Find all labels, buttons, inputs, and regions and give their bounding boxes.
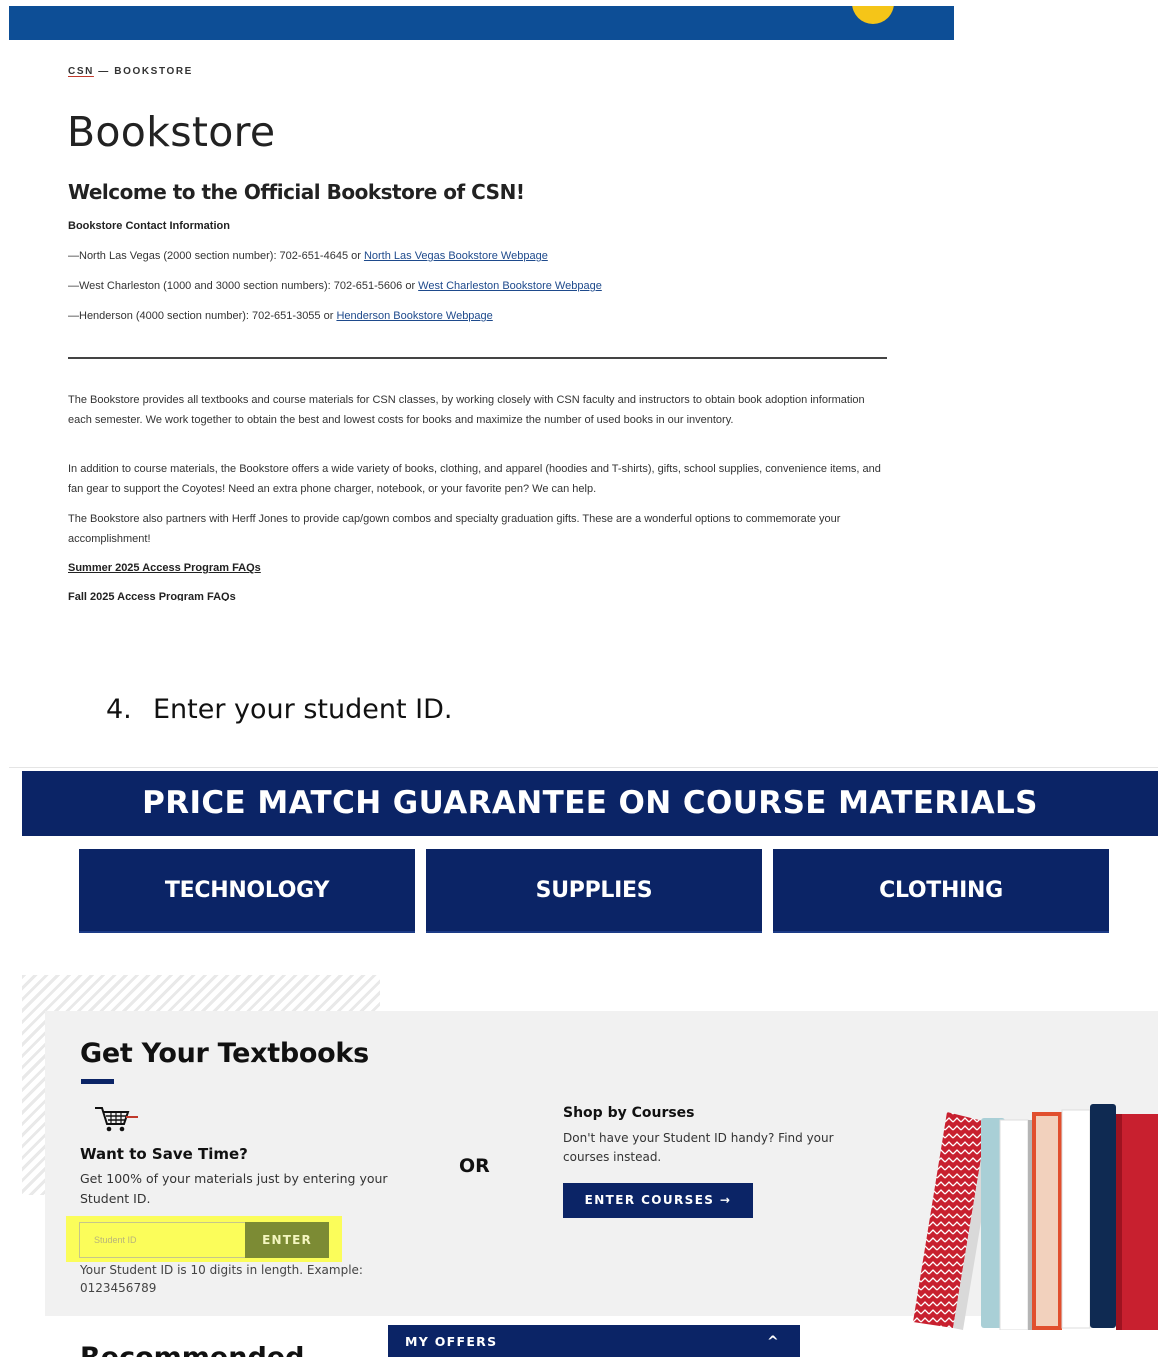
- supplies-button[interactable]: SUPPLIES: [426, 849, 762, 933]
- paragraph-graduation: The Bookstore also partners with Herff J…: [68, 513, 841, 545]
- clothing-button[interactable]: CLOTHING: [773, 849, 1109, 933]
- books-illustration: [913, 1104, 1158, 1330]
- step-text: Enter your student ID.: [153, 694, 453, 725]
- csn-header-bar: [9, 6, 954, 40]
- step-instruction: 4. Enter your student ID.: [106, 694, 452, 725]
- breadcrumb: CSN — BOOKSTORE: [68, 66, 193, 77]
- page-title: Bookstore: [67, 108, 276, 156]
- fall-faq-link[interactable]: Fall 2025 Access Program FAQs: [68, 591, 236, 601]
- save-time-title: Want to Save Time?: [80, 1145, 248, 1163]
- contact-west-charleston: —West Charleston (1000 and 3000 section …: [68, 280, 602, 292]
- shop-by-courses-description: Don't have your Student ID handy? Find y…: [563, 1131, 834, 1164]
- student-id-input[interactable]: [79, 1222, 246, 1258]
- contact-text: —North Las Vegas (2000 section number): …: [68, 250, 364, 262]
- breadcrumb-separator: —: [93, 66, 115, 77]
- title-underline: [81, 1079, 114, 1084]
- get-textbooks-title: Get Your Textbooks: [80, 1038, 369, 1069]
- paragraph-textbooks: The Bookstore provides all textbooks and…: [68, 394, 865, 426]
- paragraph-merchandise: In addition to course materials, the Boo…: [68, 463, 881, 495]
- my-offers-label: MY OFFERS: [405, 1334, 498, 1349]
- contact-text: —West Charleston (1000 and 3000 section …: [68, 280, 419, 292]
- enter-courses-button[interactable]: ENTER COURSES →: [563, 1183, 753, 1218]
- west-charleston-link[interactable]: West Charleston Bookstore Webpage: [418, 280, 602, 292]
- screenshot-edge: [9, 767, 1158, 768]
- or-separator: OR: [459, 1155, 490, 1177]
- step-number: 4.: [106, 694, 132, 725]
- fall-faq-link-cropped[interactable]: Fall 2025 Access Program FAQs: [68, 589, 236, 601]
- contact-north-las-vegas: —North Las Vegas (2000 section number): …: [68, 250, 548, 262]
- summer-faq-link[interactable]: Summer 2025 Access Program FAQs: [68, 562, 261, 574]
- contact-henderson: —Henderson (4000 section number): 702-65…: [68, 310, 493, 322]
- welcome-heading: Welcome to the Official Bookstore of CSN…: [68, 180, 525, 204]
- recommended-heading-cropped: Recommended Products: [80, 1346, 380, 1357]
- shop-by-courses-title: Shop by Courses: [563, 1105, 695, 1121]
- student-id-hint: Your Student ID is 10 digits in length. …: [80, 1263, 363, 1295]
- chevron-up-icon[interactable]: ^: [767, 1325, 780, 1357]
- price-match-banner[interactable]: PRICE MATCH GUARANTEE ON COURSE MATERIAL…: [22, 771, 1158, 836]
- divider: [68, 357, 887, 359]
- save-time-description: Get 100% of your materials just by enter…: [80, 1171, 388, 1206]
- enter-button[interactable]: ENTER: [245, 1222, 329, 1258]
- header-badge: [852, 6, 894, 24]
- north-las-vegas-link[interactable]: North Las Vegas Bookstore Webpage: [364, 250, 548, 262]
- breadcrumb-current: BOOKSTORE: [114, 66, 193, 77]
- recommended-heading: Recommended Products: [80, 1346, 380, 1357]
- contact-heading: Bookstore Contact Information: [68, 220, 230, 232]
- henderson-link[interactable]: Henderson Bookstore Webpage: [336, 310, 492, 322]
- breadcrumb-home-link[interactable]: CSN: [68, 66, 94, 77]
- contact-text: —Henderson (4000 section number): 702-65…: [68, 310, 337, 322]
- my-offers-bar[interactable]: MY OFFERS ^: [388, 1325, 800, 1357]
- technology-button[interactable]: TECHNOLOGY: [79, 849, 415, 933]
- cart-icon: [95, 1107, 138, 1132]
